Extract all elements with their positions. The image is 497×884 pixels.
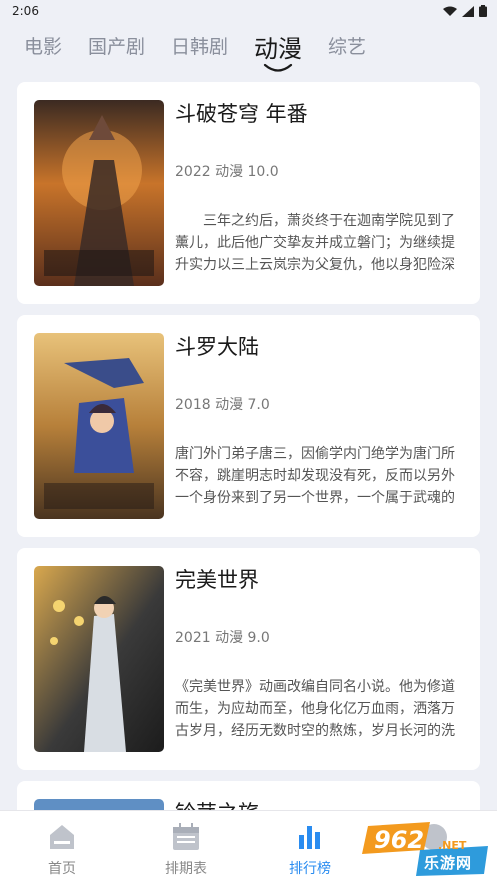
card-meta: 2022 动漫 10.0: [175, 164, 279, 180]
site-watermark-logo: 962 .NET 乐游网: [360, 820, 492, 876]
card-description: 三年之约后，萧炎终于在迦南学院见到了薰儿，此后他广交挚友并成立磐门；为继续提升实…: [175, 213, 455, 273]
tab-label: 国产剧: [88, 36, 146, 58]
tab-movie[interactable]: 电影: [24, 26, 62, 59]
svg-text:962: 962: [374, 826, 424, 854]
card-title: 斗罗大陆: [175, 335, 259, 359]
tab-label: 日韩剧: [171, 36, 229, 58]
nav-label: 排行榜: [289, 861, 331, 877]
status-bar: 2:06: [0, 0, 497, 22]
poster-image: [34, 333, 164, 519]
card-meta: 2021 动漫 9.0: [175, 630, 270, 646]
card-title: 斗破苍穹 年番: [175, 102, 308, 126]
tab-variety[interactable]: 综艺: [328, 26, 366, 59]
tab-label: 综艺: [328, 36, 367, 58]
tab-label: 电影: [24, 36, 63, 58]
nav-ranking[interactable]: 排行榜: [248, 811, 372, 884]
card-title: 完美世界: [175, 568, 259, 592]
poster-image: [34, 566, 164, 752]
ranking-icon: [299, 826, 320, 849]
nav-label: 排期表: [165, 861, 207, 877]
tab-jpkr-drama[interactable]: 日韩剧: [171, 26, 228, 59]
watermark-text: 乐游网: [424, 854, 473, 872]
wifi-icon: [443, 6, 457, 16]
list-item[interactable]: 完美世界 2021 动漫 9.0 《完美世界》动画改编自同名小说。他为修道而生，…: [17, 548, 480, 770]
battery-icon: [479, 5, 487, 17]
card-meta: 2018 动漫 7.0: [175, 397, 270, 413]
tab-domestic-drama[interactable]: 国产剧: [88, 26, 145, 59]
signal-icon: [462, 5, 474, 17]
list-item[interactable]: 斗罗大陆 2018 动漫 7.0 唐门外门弟子唐三，因偷学内门绝学为唐门所不容，…: [17, 315, 480, 537]
nav-schedule[interactable]: 排期表: [124, 811, 248, 884]
status-icons: [443, 5, 487, 17]
card-description: 《完美世界》动画改编自同名小说。他为修道而生，为应劫而至，他身化亿万血雨，洒落万…: [175, 679, 455, 739]
list-item[interactable]: 斗破苍穹 年番 2022 动漫 10.0 三年之约后，萧炎终于在迦南学院见到了薰…: [17, 82, 480, 304]
poster-image: [34, 100, 164, 286]
tab-label: 动漫: [254, 35, 303, 63]
category-tabs: 电影 国产剧 日韩剧 动漫 综艺: [0, 26, 497, 74]
home-icon: [50, 825, 74, 849]
nav-label: 首页: [48, 861, 76, 877]
status-time: 2:06: [12, 4, 39, 18]
nav-home[interactable]: 首页: [0, 811, 124, 884]
svg-text:.NET: .NET: [438, 839, 467, 852]
calendar-icon: [173, 823, 199, 850]
active-tab-indicator: [263, 63, 293, 72]
card-description: 唐门外门弟子唐三，因偷学内门绝学为唐门所不容，跳崖明志时却发现没有死，反而以另外…: [175, 446, 455, 506]
tab-anime[interactable]: 动漫: [254, 26, 303, 72]
